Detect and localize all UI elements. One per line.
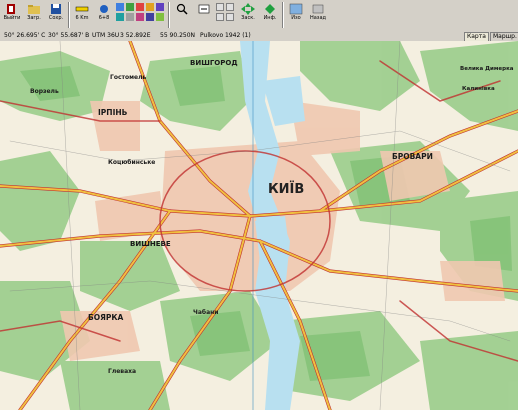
small-button-11[interactable] <box>216 3 224 11</box>
small-button-13[interactable] <box>216 13 224 21</box>
label-kyiv: КИЇВ <box>268 181 304 197</box>
label-velyka-dymerka: Велика Димерка <box>460 66 514 72</box>
utm-zone: UTM 36U <box>92 32 120 39</box>
topographic-map: КИЇВ ВИШГОРОД Гостомель Ворзель ІРПІНЬ К… <box>0 41 518 410</box>
easting-readout: 3 52.892Е <box>120 32 151 39</box>
exit-label: Выйти <box>3 15 21 21</box>
image-button[interactable]: Изо <box>286 1 306 28</box>
small-button-14[interactable] <box>226 13 234 21</box>
small-button-6[interactable] <box>116 13 124 21</box>
map-view[interactable]: КИЇВ ВИШГОРОД Гостомель Ворзель ІРПІНЬ К… <box>0 41 518 410</box>
small-button-4[interactable] <box>146 3 154 11</box>
longitude-readout: 30° 55.687' В <box>48 32 90 39</box>
small-button-7[interactable] <box>126 13 134 21</box>
label-hostomel: Гостомель <box>110 74 146 81</box>
label-vorzel: Ворзель <box>30 88 59 95</box>
settings-button[interactable]: Назад <box>308 1 328 28</box>
move-icon <box>241 3 255 15</box>
small-button-2[interactable] <box>126 3 134 11</box>
label-kotsiubynske: Коцюбинське <box>108 159 155 166</box>
settings-label: Назад <box>309 15 326 21</box>
track-icon <box>265 4 275 14</box>
small-button-3[interactable] <box>136 3 144 11</box>
label-irpin: ІРПІНЬ <box>98 108 128 117</box>
northing-readout: 55 90.250N <box>160 32 196 39</box>
label-vyshhorod: ВИШГОРОД <box>190 59 238 67</box>
scale-km-label: 6 Km <box>75 15 89 21</box>
latitude-readout: 50° 26.695' С <box>4 32 46 39</box>
save-button[interactable]: Сохр. <box>46 1 66 28</box>
scale-km-button[interactable]: 6 Km <box>72 1 92 28</box>
label-brovary: БРОВАРИ <box>392 152 433 161</box>
datum-readout: Pulkovo 1942 (1) <box>200 32 251 39</box>
image-label: Изо <box>291 15 301 21</box>
info-button[interactable]: Инф. <box>260 1 280 28</box>
load-button[interactable]: Загр. <box>24 1 44 28</box>
small-button-9[interactable] <box>146 13 154 21</box>
ruler-icon <box>75 6 89 12</box>
exit-button[interactable]: Выйти <box>2 1 22 28</box>
search-button[interactable] <box>172 1 192 28</box>
label-vyshneve: ВИШНЕВЕ <box>130 240 171 248</box>
image-icon <box>289 3 303 15</box>
main-toolbar: Выйти Загр. Сохр. 6 Km 6+8 Заск. Инф. Из… <box>0 0 518 32</box>
save-label: Сохр. <box>48 15 64 21</box>
waypoint-button[interactable]: 6+8 <box>94 1 114 28</box>
label-hlevakha: Глеваха <box>108 368 136 375</box>
save-icon <box>51 4 61 14</box>
info-label: Инф. <box>263 15 277 21</box>
settings-icon <box>312 4 324 14</box>
waypoint-label: 6+8 <box>98 15 110 21</box>
folder-open-icon <box>28 5 40 14</box>
exit-icon <box>7 4 15 14</box>
small-button-12[interactable] <box>226 3 234 11</box>
label-chabany: Чабани <box>193 309 219 316</box>
label-boiarka: БОЯРКА <box>88 313 123 322</box>
small-button-5[interactable] <box>156 3 164 11</box>
load-label: Загр. <box>27 15 41 21</box>
label-kalynivka: Калинівка <box>462 86 495 92</box>
pan-label: Заск. <box>241 15 255 21</box>
pan-button[interactable]: Заск. <box>238 1 258 28</box>
zoom-button[interactable] <box>194 1 214 28</box>
small-button-8[interactable] <box>136 13 144 21</box>
zoom-icon <box>198 4 210 14</box>
waypoint-icon <box>100 5 108 13</box>
search-icon <box>176 3 188 15</box>
small-button-10[interactable] <box>156 13 164 21</box>
small-button-1[interactable] <box>116 3 124 11</box>
